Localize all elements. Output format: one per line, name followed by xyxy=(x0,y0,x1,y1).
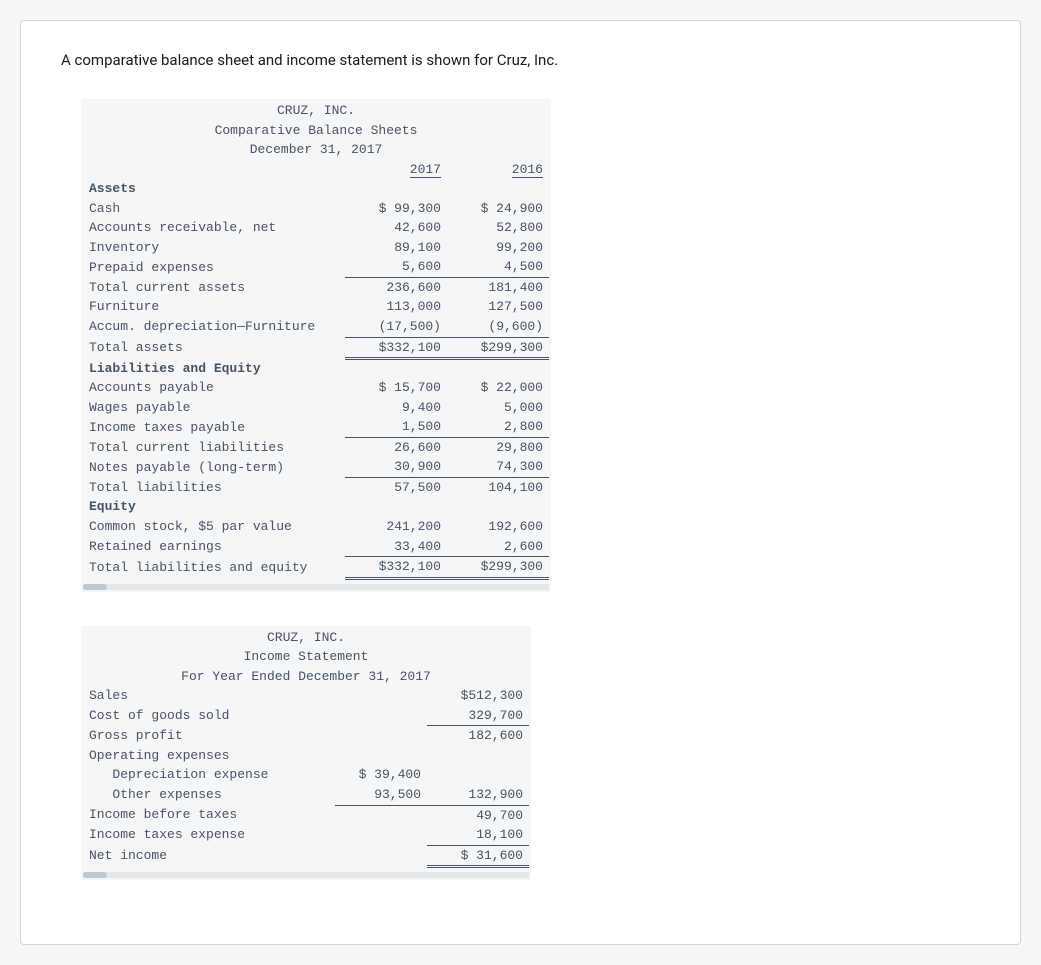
tca-2016: 181,400 xyxy=(447,277,549,297)
tcl-2017: 26,600 xyxy=(345,437,447,457)
ad-label: Accum. depreciation—Furniture xyxy=(83,317,345,337)
cs-label: Common stock, $5 par value xyxy=(83,517,345,537)
inv-2017: 89,100 xyxy=(345,238,447,258)
gp-label: Gross profit xyxy=(83,726,335,746)
dep-value: $ 39,400 xyxy=(335,765,427,785)
pre-label: Prepaid expenses xyxy=(83,257,345,277)
tl-2016: 104,100 xyxy=(447,477,549,497)
tcl-label: Total current liabilities xyxy=(83,437,345,457)
ap-label: Accounts payable xyxy=(83,378,345,398)
re-2016: 2,600 xyxy=(447,537,549,557)
oth-value: 93,500 xyxy=(335,785,427,805)
bs-title: Comparative Balance Sheets xyxy=(83,121,549,141)
cs-2017: 241,200 xyxy=(345,517,447,537)
pre-2016: 4,500 xyxy=(447,257,549,277)
income-statement-table: CRUZ, INC. Income Statement For Year End… xyxy=(83,628,529,869)
wp-label: Wages payable xyxy=(83,398,345,418)
wp-2017: 9,400 xyxy=(345,398,447,418)
balance-sheet-table: CRUZ, INC. Comparative Balance Sheets De… xyxy=(83,101,549,580)
cogs-value: 329,700 xyxy=(427,706,529,726)
gp-value: 182,600 xyxy=(427,726,529,746)
it-label: Income taxes payable xyxy=(83,417,345,437)
tcl-2016: 29,800 xyxy=(447,437,549,457)
cash-label: Cash xyxy=(83,199,345,219)
np-2017: 30,900 xyxy=(345,457,447,477)
dep-label: Depreciation expense xyxy=(83,765,335,785)
ar-2017: 42,600 xyxy=(345,218,447,238)
cash-2017: $ 99,300 xyxy=(345,199,447,219)
tl-label: Total liabilities xyxy=(83,477,345,497)
fur-2016: 127,500 xyxy=(447,297,549,317)
ar-label: Accounts receivable, net xyxy=(83,218,345,238)
oth-total: 132,900 xyxy=(427,785,529,805)
ite-value: 18,100 xyxy=(427,825,529,845)
bs-col-2017: 2017 xyxy=(410,162,441,178)
bs-date: December 31, 2017 xyxy=(83,140,549,160)
is-title: Income Statement xyxy=(83,647,529,667)
tl-2017: 57,500 xyxy=(345,477,447,497)
eq-header: Equity xyxy=(83,497,345,517)
tca-label: Total current assets xyxy=(83,277,345,297)
is-company: CRUZ, INC. xyxy=(83,628,529,648)
ta-2016: $299,300 xyxy=(447,337,549,359)
pre-2017: 5,600 xyxy=(345,257,447,277)
bs-col-2016: 2016 xyxy=(512,162,543,178)
oe-header: Operating expenses xyxy=(83,746,335,766)
ap-2016: $ 22,000 xyxy=(447,378,549,398)
it-2016: 2,800 xyxy=(447,417,549,437)
cash-2016: $ 24,900 xyxy=(447,199,549,219)
tle-2016: $299,300 xyxy=(447,557,549,579)
ta-label: Total assets xyxy=(83,337,345,359)
ni-label: Net income xyxy=(83,845,335,867)
income-statement: CRUZ, INC. Income Statement For Year End… xyxy=(81,626,531,881)
intro-text: A comparative balance sheet and income s… xyxy=(61,51,980,69)
inv-2016: 99,200 xyxy=(447,238,549,258)
le-header: Liabilities and Equity xyxy=(83,359,345,379)
scroll-decoration xyxy=(83,584,549,590)
balance-sheet: CRUZ, INC. Comparative Balance Sheets De… xyxy=(81,99,551,592)
tca-2017: 236,600 xyxy=(345,277,447,297)
re-2017: 33,400 xyxy=(345,537,447,557)
np-label: Notes payable (long-term) xyxy=(83,457,345,477)
ni-value: $ 31,600 xyxy=(427,845,529,867)
bs-company: CRUZ, INC. xyxy=(83,101,549,121)
ite-label: Income taxes expense xyxy=(83,825,335,845)
ibt-label: Income before taxes xyxy=(83,805,335,825)
scroll-decoration xyxy=(83,872,529,878)
tle-label: Total liabilities and equity xyxy=(83,557,345,579)
ad-2017: (17,500) xyxy=(345,317,447,337)
sales-value: $512,300 xyxy=(427,686,529,706)
fur-label: Furniture xyxy=(83,297,345,317)
oth-label: Other expenses xyxy=(83,785,335,805)
ad-2016: (9,600) xyxy=(447,317,549,337)
ta-2017: $332,100 xyxy=(345,337,447,359)
tle-2017: $332,100 xyxy=(345,557,447,579)
inv-label: Inventory xyxy=(83,238,345,258)
fur-2017: 113,000 xyxy=(345,297,447,317)
cogs-label: Cost of goods sold xyxy=(83,706,335,726)
ibt-value: 49,700 xyxy=(427,805,529,825)
ap-2017: $ 15,700 xyxy=(345,378,447,398)
assets-header: Assets xyxy=(83,179,345,199)
problem-card: A comparative balance sheet and income s… xyxy=(20,20,1021,945)
sales-label: Sales xyxy=(83,686,335,706)
ar-2016: 52,800 xyxy=(447,218,549,238)
np-2016: 74,300 xyxy=(447,457,549,477)
re-label: Retained earnings xyxy=(83,537,345,557)
cs-2016: 192,600 xyxy=(447,517,549,537)
it-2017: 1,500 xyxy=(345,417,447,437)
wp-2016: 5,000 xyxy=(447,398,549,418)
is-date: For Year Ended December 31, 2017 xyxy=(83,667,529,687)
